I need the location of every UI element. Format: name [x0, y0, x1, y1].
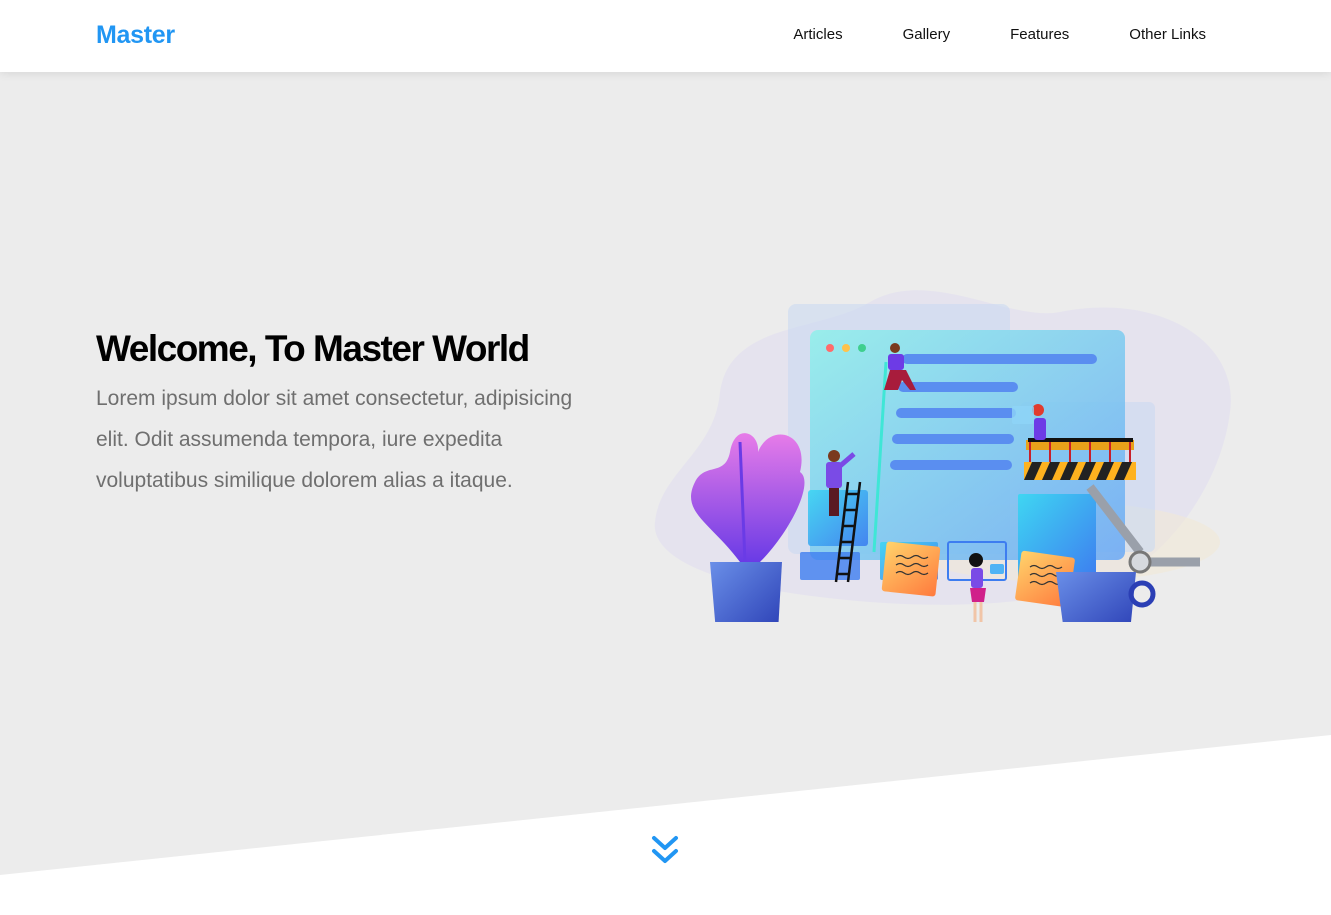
site-header: Master Articles Gallery Features Other L…: [0, 0, 1331, 72]
nav-link-other-links[interactable]: Other Links: [1129, 26, 1206, 43]
logo-link[interactable]: Master: [96, 21, 175, 50]
hero-bottom-slant: [0, 735, 1331, 915]
nav-link-gallery[interactable]: Gallery: [903, 26, 951, 43]
nav-link-features[interactable]: Features: [1010, 26, 1069, 43]
hero-section: Welcome, To Master World Lorem ipsum dol…: [0, 72, 1331, 915]
main-nav: Articles Gallery Features Other Links: [733, 26, 1206, 43]
double-chevron-down-icon[interactable]: [650, 835, 680, 867]
nav-link-articles[interactable]: Articles: [793, 26, 842, 43]
